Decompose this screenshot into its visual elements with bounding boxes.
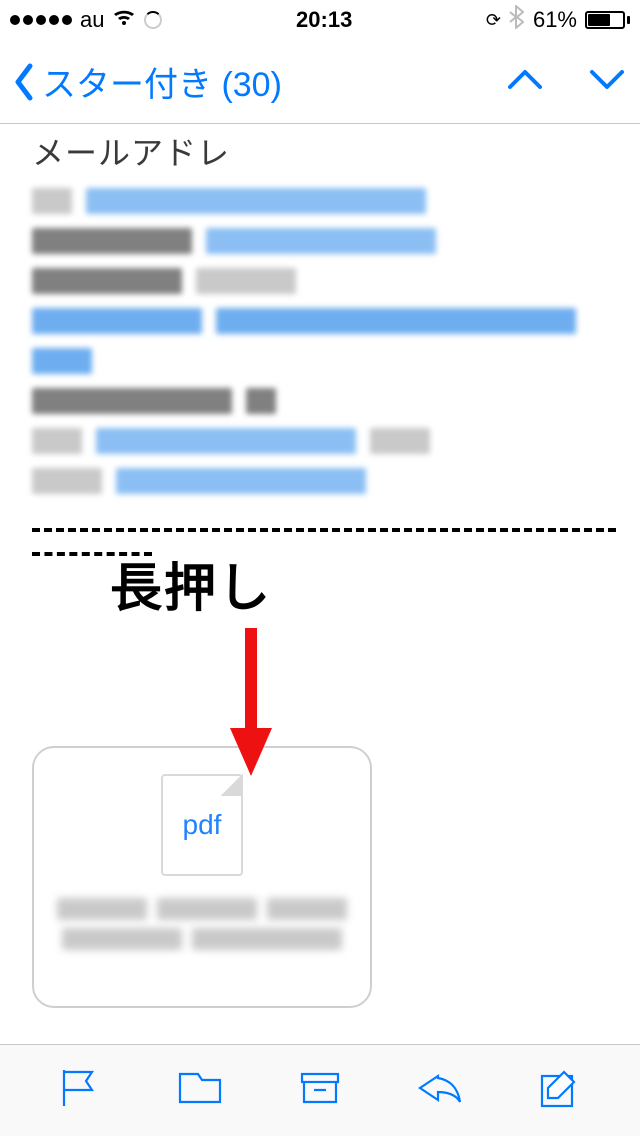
annotation-label: 長押し	[110, 546, 272, 621]
signal-strength-icon	[10, 15, 72, 25]
folder-icon	[174, 1066, 226, 1110]
orientation-lock-icon: ⟳	[486, 10, 501, 31]
redacted-line	[32, 428, 616, 454]
attachment-card[interactable]: pdf	[32, 746, 372, 1008]
chevron-left-icon	[12, 62, 36, 102]
redacted-line	[32, 228, 616, 254]
attachment-filename-redacted	[54, 898, 350, 950]
redacted-line	[32, 468, 616, 494]
archive-icon	[294, 1066, 346, 1110]
wifi-icon	[112, 7, 136, 33]
mail-body[interactable]: メールアドレ 長押し pdf	[0, 128, 640, 1008]
separator-dashed	[32, 528, 616, 532]
bottom-toolbar	[0, 1044, 640, 1136]
reply-icon	[414, 1066, 466, 1110]
back-button[interactable]: スター付き (30)	[12, 57, 282, 106]
compose-button[interactable]	[534, 1066, 586, 1115]
redacted-line	[32, 348, 616, 374]
flag-button[interactable]	[54, 1066, 106, 1115]
redacted-line	[32, 388, 616, 414]
status-bar: au 20:13 ⟳ 61%	[0, 0, 640, 40]
flag-icon	[54, 1066, 106, 1110]
bluetooth-icon	[509, 5, 525, 35]
file-type-label: pdf	[183, 809, 222, 841]
redacted-line	[32, 268, 616, 294]
chevron-down-icon	[586, 65, 628, 93]
next-message-button[interactable]	[586, 65, 628, 98]
move-button[interactable]	[174, 1066, 226, 1115]
clock-label: 20:13	[296, 7, 352, 33]
redacted-line	[32, 308, 616, 334]
back-label: スター付き (30)	[42, 57, 282, 106]
section-heading: メールアドレ	[32, 128, 616, 174]
redacted-line	[32, 188, 616, 214]
nav-bar: スター付き (30)	[0, 40, 640, 124]
file-icon: pdf	[161, 774, 243, 876]
arrow-down-icon	[226, 628, 276, 778]
carrier-label: au	[80, 7, 104, 33]
archive-button[interactable]	[294, 1066, 346, 1115]
battery-icon	[585, 11, 630, 29]
chevron-up-icon	[504, 65, 546, 93]
compose-icon	[534, 1066, 586, 1110]
reply-button[interactable]	[414, 1066, 466, 1115]
battery-percent-label: 61%	[533, 7, 577, 33]
loading-spinner-icon	[144, 11, 162, 29]
prev-message-button[interactable]	[504, 65, 546, 98]
